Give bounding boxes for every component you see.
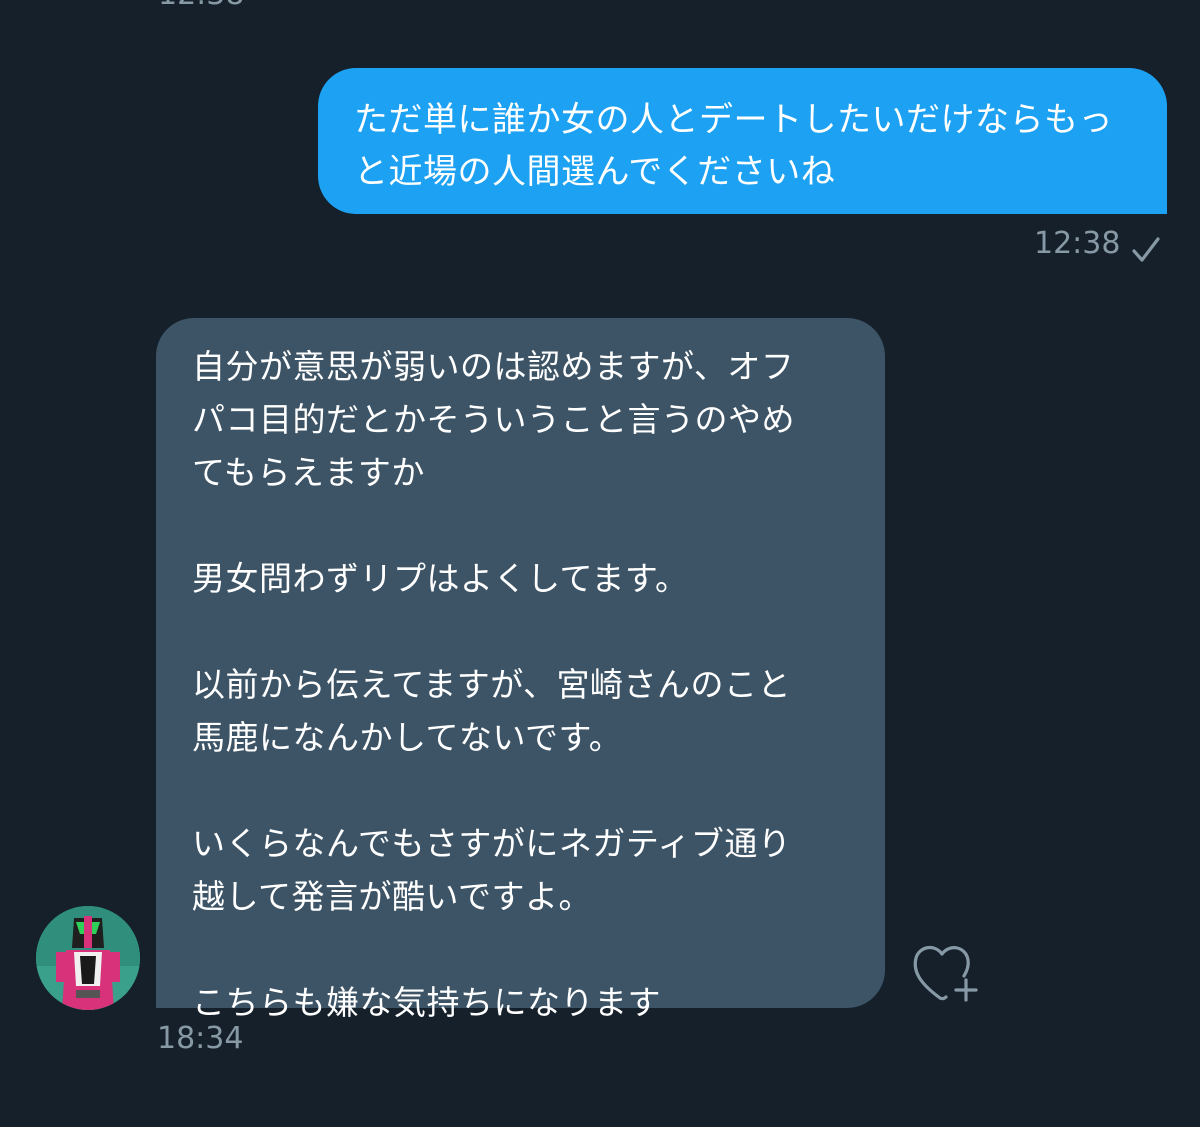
avatar-image — [36, 906, 140, 1010]
sent-message-text: ただ単に誰か女の人とデートしたいだけならもっ と近場の人間選んでくださいね — [354, 100, 1113, 192]
avatar[interactable] — [36, 906, 140, 1010]
sent-message-timestamp: 12:38 — [1034, 226, 1121, 261]
check-icon — [1132, 237, 1160, 262]
heart-add-icon[interactable] — [910, 940, 982, 1006]
received-message-bubble[interactable]: 自分が意思が弱いのは認めますが、オフ パコ目的だとかそういうこと言うのやめ ても… — [156, 318, 885, 1022]
received-message-timestamp: 18:34 — [157, 1021, 244, 1056]
received-message-text: 自分が意思が弱いのは認めますが、オフ パコ目的だとかそういうこと言うのやめ ても… — [192, 347, 795, 1022]
sent-message-bubble[interactable]: ただ単に誰か女の人とデートしたいだけならもっ と近場の人間選んでくださいね — [318, 68, 1167, 214]
previous-message-timestamp: 12:38 — [158, 0, 244, 10]
